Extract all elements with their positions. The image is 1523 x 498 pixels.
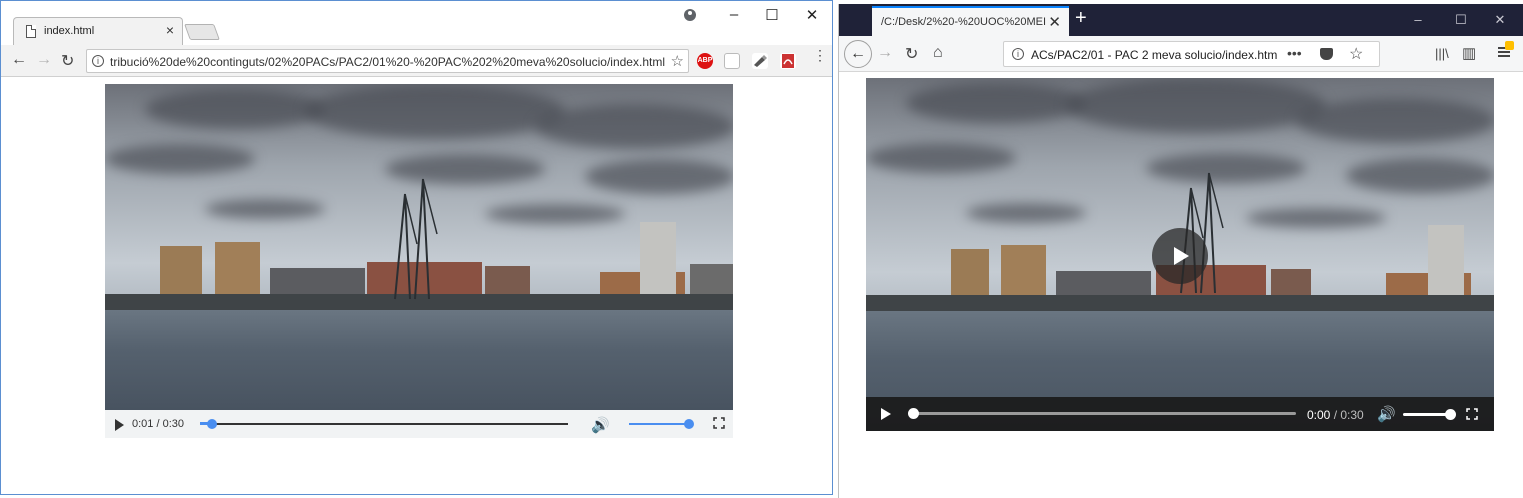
pocket-icon[interactable] [1320, 48, 1333, 60]
volume-slider[interactable] [1403, 409, 1456, 420]
video-player[interactable] [866, 78, 1494, 431]
forward-icon[interactable]: → [36, 51, 52, 69]
maximize-icon[interactable]: ☐ [1454, 12, 1468, 28]
bookmark-star-icon[interactable]: ☆ [671, 52, 684, 70]
sidebar-icon[interactable]: ▥ [1462, 44, 1476, 62]
duration: / 0:30 [1330, 408, 1364, 422]
video-frame [105, 84, 733, 410]
close-window-icon[interactable]: ✕ [805, 6, 819, 24]
firefox-window: /C:/Desk/2%20-%20UOC%20MEI/0 ✕ + – ☐ ✕ ←… [838, 4, 1523, 498]
big-play-button[interactable] [1152, 228, 1208, 284]
new-tab-button[interactable] [184, 24, 220, 40]
fullscreen-icon[interactable] [713, 417, 725, 429]
reload-icon[interactable]: ↻ [905, 44, 918, 64]
maximize-icon[interactable]: ☐ [765, 6, 779, 24]
tab-title: index.html [44, 25, 95, 37]
video-time: 0:01 / 0:30 [132, 418, 184, 430]
bookmark-star-icon[interactable]: ☆ [1349, 44, 1363, 64]
reload-icon[interactable]: ↻ [61, 51, 74, 71]
chrome-tab-index[interactable]: index.html × [13, 17, 183, 45]
tab-title: /C:/Desk/2%20-%20UOC%20MEI/0 [881, 16, 1046, 28]
seek-bar-handle[interactable] [908, 408, 919, 419]
play-icon[interactable] [115, 419, 124, 431]
video-player[interactable] [105, 84, 733, 410]
new-tab-button[interactable]: + [1075, 7, 1087, 30]
chrome-titlebar: index.html × – ☐ ✕ [1, 1, 832, 45]
address-url[interactable]: ACs/PAC2/01 - PAC 2 meva solucio/index.h… [1031, 48, 1277, 62]
tab-close-icon[interactable]: ✕ [1048, 13, 1061, 31]
info-icon[interactable]: i [92, 55, 104, 67]
seek-bar[interactable] [200, 419, 568, 429]
video-time: 0:00 / 0:30 [1307, 408, 1364, 422]
page-actions-icon[interactable]: ••• [1287, 45, 1302, 61]
volume-slider-handle[interactable] [1445, 409, 1456, 420]
tab-close-icon[interactable]: × [166, 22, 174, 38]
pdf-icon[interactable] [780, 53, 796, 69]
home-icon[interactable]: ⌂ [933, 44, 943, 62]
minimize-icon[interactable]: – [727, 6, 741, 23]
profile-icon[interactable] [684, 9, 696, 21]
back-icon[interactable]: ← [11, 51, 27, 69]
address-bar[interactable]: i ACs/PAC2/01 - PAC 2 meva solucio/index… [1003, 41, 1380, 67]
volume-slider[interactable] [629, 419, 694, 429]
library-icon[interactable]: |||\ [1435, 46, 1449, 61]
address-url[interactable]: tribució%20de%20continguts/02%20PACs/PAC… [110, 55, 665, 69]
back-icon[interactable]: ← [844, 40, 872, 68]
chrome-window: index.html × – ☐ ✕ ← → ↻ i tribució%20de… [0, 0, 833, 495]
volume-icon[interactable]: 🔊 [591, 416, 610, 434]
adblock-plus-icon[interactable]: ABP [697, 53, 713, 69]
play-icon[interactable] [881, 408, 891, 420]
firefox-tab-index[interactable]: /C:/Desk/2%20-%20UOC%20MEI/0 ✕ [872, 6, 1069, 36]
extension-icon[interactable] [724, 53, 740, 69]
firefox-titlebar: /C:/Desk/2%20-%20UOC%20MEI/0 ✕ + – ☐ ✕ [839, 4, 1523, 36]
video-controls: 0:00 / 0:30 🔊 [866, 397, 1494, 431]
chrome-menu-icon[interactable]: ⋮ [813, 48, 827, 62]
page-icon [26, 25, 36, 38]
update-badge [1505, 41, 1514, 50]
forward-icon[interactable]: → [877, 44, 893, 62]
firefox-toolbar: ← → ↻ ⌂ i ACs/PAC2/01 - PAC 2 meva soluc… [839, 36, 1523, 72]
volume-icon[interactable]: 🔊 [1377, 405, 1396, 423]
close-window-icon[interactable]: ✕ [1493, 12, 1507, 28]
fullscreen-icon[interactable] [1466, 408, 1478, 420]
volume-slider-handle[interactable] [684, 419, 694, 429]
chrome-toolbar: ← → ↻ i tribució%20de%20continguts/02%20… [1, 45, 832, 77]
video-controls: 0:01 / 0:30 🔊 [105, 410, 733, 438]
address-bar[interactable]: i tribució%20de%20continguts/02%20PACs/P… [86, 49, 689, 73]
minimize-icon[interactable]: – [1411, 12, 1425, 27]
seek-bar[interactable] [908, 408, 1296, 419]
info-icon[interactable]: i [1012, 48, 1024, 60]
extension-paint-icon[interactable] [752, 53, 768, 69]
seek-bar-handle[interactable] [207, 419, 218, 429]
current-time: 0:00 [1307, 408, 1331, 422]
